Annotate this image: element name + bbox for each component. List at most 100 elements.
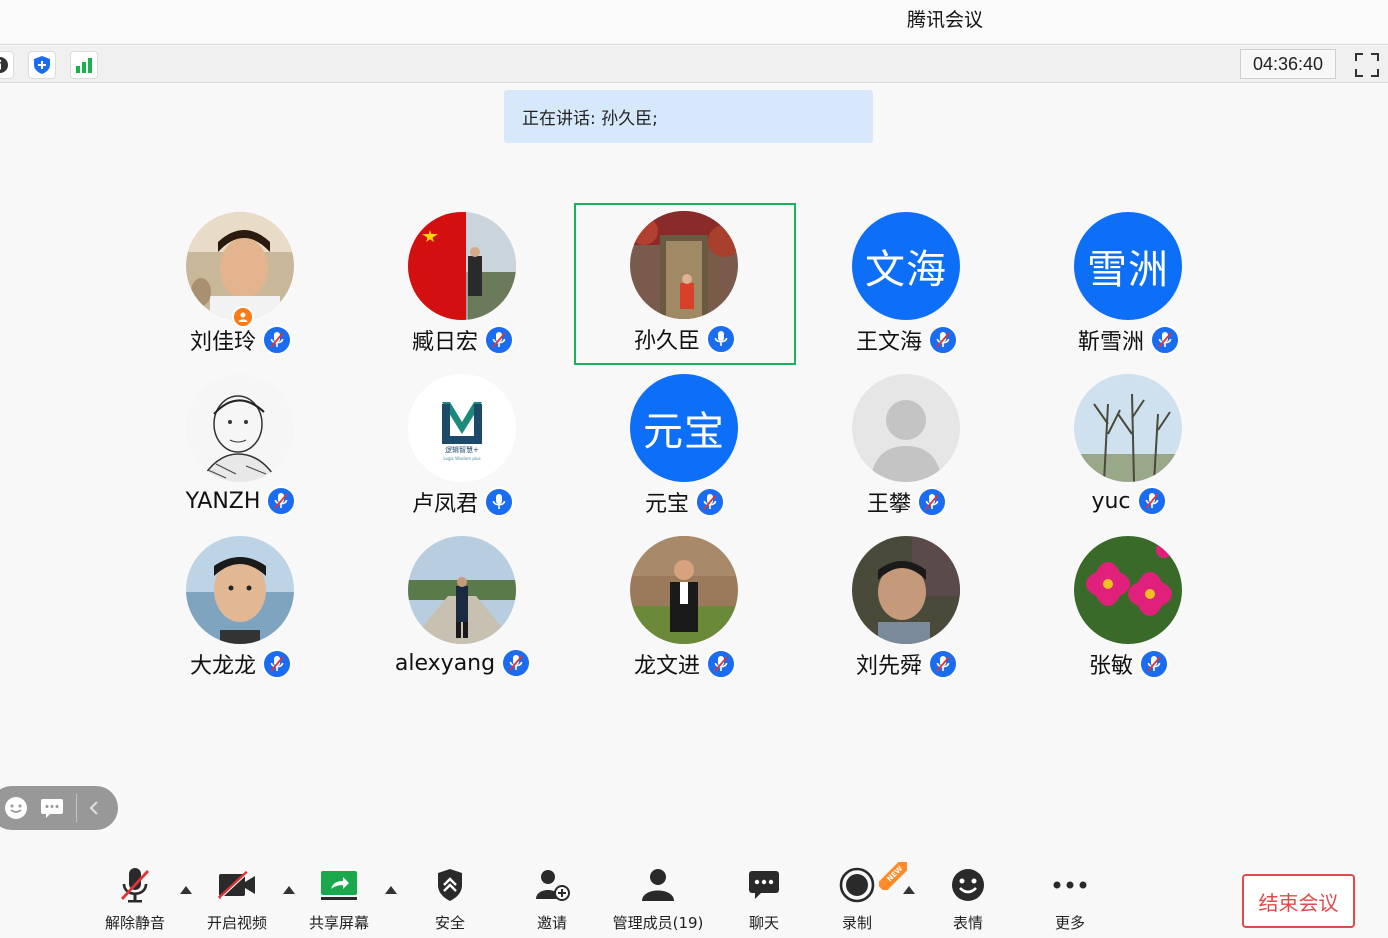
participant-tile[interactable]: 龙文进 xyxy=(574,528,796,690)
invite-button[interactable]: 邀请 xyxy=(522,864,582,933)
share-options-caret[interactable] xyxy=(385,886,397,894)
avatar: 元宝 xyxy=(630,374,738,482)
security-button[interactable]: 安全 xyxy=(420,864,480,933)
participant-name: 刘佳玲 xyxy=(189,330,256,355)
participant-name: 臧日宏 xyxy=(411,330,478,355)
record-icon: NEW xyxy=(839,862,907,906)
participant-name: yuc xyxy=(1091,488,1131,514)
participant-name: 靳雪洲 xyxy=(1077,330,1144,355)
participant-name: 王文海 xyxy=(855,330,922,355)
members-icon xyxy=(640,864,676,906)
record-label: 录制 xyxy=(841,914,872,932)
participant-tile[interactable]: 雪洲 靳雪洲 xyxy=(1018,204,1240,366)
avatar xyxy=(852,374,960,482)
chat-bubble-icon[interactable] xyxy=(40,796,64,824)
record-options-caret[interactable] xyxy=(903,886,915,894)
participant-tile[interactable]: alexyang xyxy=(352,528,574,690)
security-label: 安全 xyxy=(434,914,465,932)
more-dots-icon xyxy=(1052,864,1088,906)
participant-name: 孙久臣 xyxy=(633,329,700,354)
unmute-button[interactable]: 解除静音 xyxy=(100,864,170,933)
bottom-toolbar: 解除静音 开启视频 共享屏幕 安全 邀请 管理成员(19) 聊天 NEW 录制 … xyxy=(0,858,1388,938)
chat-button[interactable]: 聊天 xyxy=(734,864,794,933)
start-video-button[interactable]: 开启视频 xyxy=(202,864,272,933)
avatar xyxy=(1074,374,1182,482)
window-title: 腾讯会议 xyxy=(906,9,983,31)
participant-name: 元宝 xyxy=(644,492,689,517)
participant-name: 张敏 xyxy=(1088,654,1133,679)
avatar: 文海 xyxy=(852,212,960,320)
avatar xyxy=(1074,536,1182,644)
avatar xyxy=(852,536,960,644)
emoji-icon[interactable] xyxy=(4,796,28,824)
meeting-timer: 04:36:40 xyxy=(1240,49,1336,79)
participant-name: 王攀 xyxy=(866,492,911,517)
participant-tile[interactable]: YANZH xyxy=(130,366,352,528)
participant-name: 刘先舜 xyxy=(855,654,922,679)
participant-tile[interactable]: 元宝 元宝 xyxy=(574,366,796,528)
participant-tile[interactable]: 张敏 xyxy=(1018,528,1240,690)
participant-name: 龙文进 xyxy=(633,654,700,679)
mic-muted-icon xyxy=(266,486,297,516)
mic-muted-icon xyxy=(1136,486,1167,516)
divider xyxy=(76,794,77,822)
mic-muted-icon xyxy=(695,487,725,517)
shield-icon[interactable] xyxy=(28,51,56,79)
emoji-button[interactable]: 表情 xyxy=(938,864,998,933)
participant-tile[interactable]: 臧日宏 xyxy=(352,204,574,366)
info-icon[interactable] xyxy=(0,51,14,79)
share-screen-label: 共享屏幕 xyxy=(308,914,369,932)
signal-icon[interactable] xyxy=(70,51,98,79)
mic-off-icon xyxy=(119,864,151,906)
participant-name: 大龙龙 xyxy=(189,654,256,679)
avatar xyxy=(630,536,738,644)
video-off-icon xyxy=(217,864,257,906)
unmute-label: 解除静音 xyxy=(104,914,165,932)
emoji-label: 表情 xyxy=(952,914,983,932)
participant-name: alexyang xyxy=(394,650,496,676)
participant-name: 卢凤君 xyxy=(411,492,478,517)
mic-muted-icon xyxy=(917,487,947,517)
end-meeting-button[interactable]: 结束会议 xyxy=(1242,874,1355,928)
manage-members-label: 管理成员(19) xyxy=(612,914,704,932)
record-button[interactable]: NEW 录制 xyxy=(828,862,907,933)
start-video-label: 开启视频 xyxy=(206,914,267,932)
top-toolbar: 04:36:40 xyxy=(0,46,1388,83)
video-options-caret[interactable] xyxy=(283,886,295,894)
mic-icon xyxy=(706,324,736,354)
share-screen-button[interactable]: 共享屏幕 xyxy=(303,864,375,933)
mic-icon xyxy=(484,487,514,517)
participant-tile[interactable]: 刘先舜 xyxy=(796,528,1018,690)
chat-icon xyxy=(747,864,781,906)
add-user-icon xyxy=(534,864,570,906)
avatar: 逻辑智慧+ Logic Wisdom plus xyxy=(408,374,516,482)
speaking-text: 正在讲话: 孙久臣; xyxy=(522,109,658,129)
mic-muted-icon xyxy=(262,649,292,679)
mic-muted-icon xyxy=(262,325,292,355)
avatar xyxy=(186,212,294,320)
participant-name: YANZH xyxy=(185,488,261,514)
participant-tile[interactable]: 文海 王文海 xyxy=(796,204,1018,366)
more-button[interactable]: 更多 xyxy=(1040,864,1100,933)
chat-label: 聊天 xyxy=(748,914,779,932)
participant-tile[interactable]: 大龙龙 xyxy=(130,528,352,690)
audio-options-caret[interactable] xyxy=(180,886,192,894)
mic-muted-icon xyxy=(484,325,514,355)
speaking-indicator: 正在讲话: 孙久臣; xyxy=(504,90,873,143)
fullscreen-icon[interactable] xyxy=(1354,52,1380,78)
avatar: 雪洲 xyxy=(1074,212,1182,320)
avatar xyxy=(630,211,738,319)
mic-muted-icon xyxy=(501,648,532,678)
participant-tile[interactable]: 刘佳玲 xyxy=(130,204,352,366)
svg-text:Logic Wisdom plus: Logic Wisdom plus xyxy=(443,456,480,461)
smile-icon xyxy=(950,864,986,906)
manage-members-button[interactable]: 管理成员(19) xyxy=(604,864,712,933)
participant-tile-speaking[interactable]: 孙久臣 xyxy=(574,203,796,365)
collapse-chevron-icon[interactable] xyxy=(88,798,100,822)
mic-muted-icon xyxy=(706,649,736,679)
participant-tile[interactable]: yuc xyxy=(1018,366,1240,528)
participant-tile[interactable]: 王攀 xyxy=(796,366,1018,528)
participant-tile[interactable]: 逻辑智慧+ Logic Wisdom plus 卢凤君 xyxy=(352,366,574,528)
mic-muted-icon xyxy=(1139,649,1169,679)
more-label: 更多 xyxy=(1054,914,1085,932)
